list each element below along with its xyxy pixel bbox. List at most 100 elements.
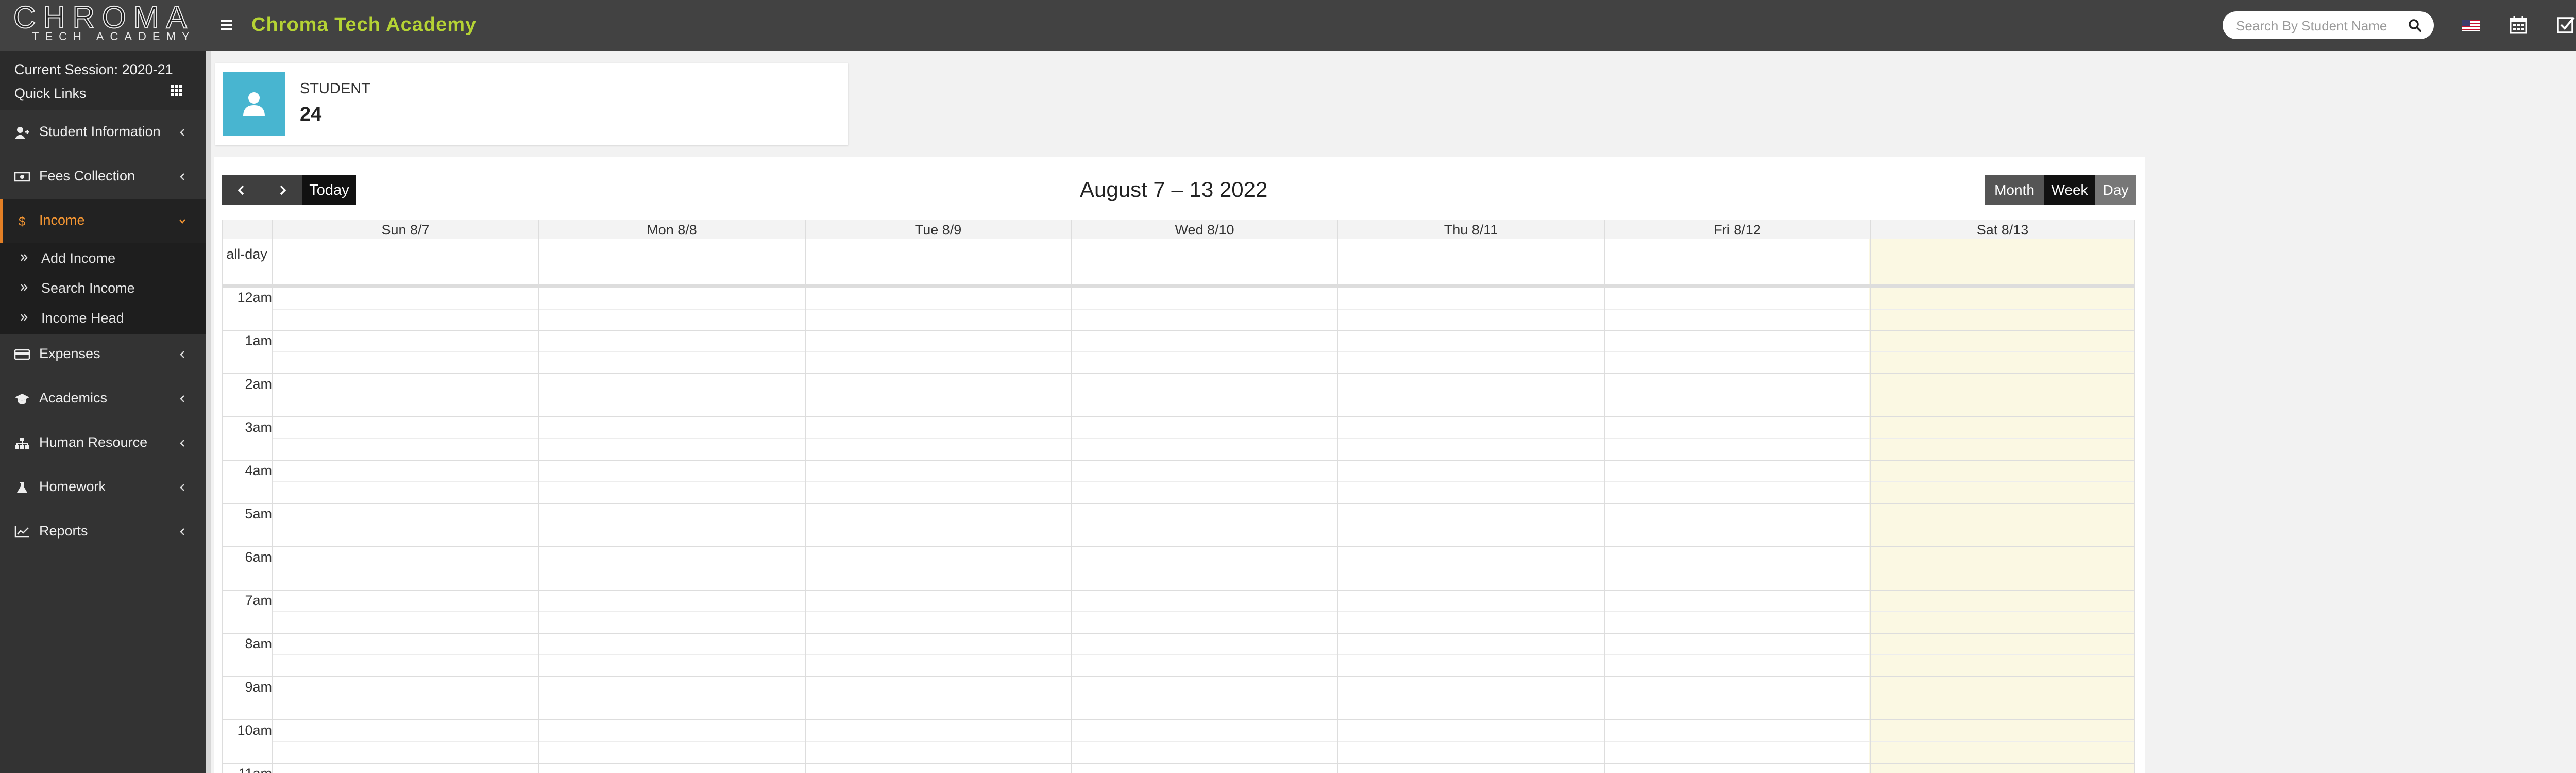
day-header: Sat 8/13 [1870,220,2135,239]
sidebar-item-homework[interactable]: Homework [0,465,206,510]
next-week-button[interactable] [262,175,302,205]
sitemap-icon [15,438,29,449]
column-line [1337,220,1338,773]
student-card-icon-box [223,72,285,136]
week-grid: Sun 8/7 Mon 8/8 Tue 8/9 Wed 8/10 Thu 8/1… [222,220,2135,773]
app-title: Chroma Tech Academy [251,14,477,36]
hour-line [222,546,2135,547]
submenu-item-search-income[interactable]: Search Income [0,273,206,303]
today-label: Today [309,182,349,198]
hour-line [222,373,2135,374]
sidebar-item-label: Academics [39,390,108,406]
sidebar-item-human-resource[interactable]: Human Resource [0,421,206,465]
time-label: 3am [245,419,272,435]
calendar-title: August 7 – 13 2022 [1080,177,1268,201]
current-session: Current Session: 2020-21 [14,62,173,77]
submenu-item-income-head[interactable]: Income Head [0,303,206,333]
sidebar-item-expenses[interactable]: Expenses [0,332,206,377]
sidebar-item-fees-collection[interactable]: Fees Collection [0,155,206,199]
quick-links[interactable]: Quick Links [14,85,87,102]
time-label: 2am [245,376,272,392]
flask-icon [17,482,27,493]
time-label: 5am [245,506,272,522]
hour-line [222,503,2135,504]
logo-subtext: TECH ACADEMY [32,30,196,43]
hour-line [222,590,2135,591]
hour-line [222,460,2135,461]
money-bill-icon [14,172,30,182]
sidebar-divider [206,51,211,773]
day-view-button[interactable]: Day [2095,175,2136,205]
submenu-item-label: Search Income [41,280,135,296]
column-line [1870,220,1871,773]
svg-text:$: $ [19,215,25,228]
search-icon[interactable] [2408,19,2421,32]
dollar-icon: $ [19,215,25,228]
today-button[interactable]: Today [302,175,356,205]
hour-line [222,330,2135,331]
chevron-left-icon [180,395,184,402]
sidebar-item-reports[interactable]: Reports [0,510,206,554]
chevron-down-icon [179,219,185,224]
month-view-button[interactable]: Month [1985,175,2044,205]
calendar-icon[interactable] [2508,14,2529,35]
chevron-left-icon [180,129,184,136]
grid-icon[interactable] [170,85,182,97]
half-hour-line [272,309,2135,310]
chevron-right-icon [280,185,286,195]
column-line [2134,220,2135,773]
double-chevron-right-icon [21,314,28,321]
sidebar-item-income[interactable]: $ Income [0,199,206,243]
hour-line [222,416,2135,417]
submenu-item-label: Income Head [41,310,124,326]
time-label: 12am [237,290,272,305]
half-hour-line [272,611,2135,612]
day-header: Wed 8/10 [1071,220,1338,239]
prev-week-button[interactable] [222,175,262,205]
credit-card-icon [14,349,30,360]
sidebar-item-academics[interactable]: Academics [0,377,206,421]
chevron-left-icon [238,185,244,195]
time-label: 1am [245,333,272,348]
hamburger-menu-icon[interactable] [221,20,232,30]
today-column-highlight [1869,239,2135,773]
view-label: Day [2103,182,2129,198]
view-label: Month [1994,182,2035,198]
sidebar-item-label: Homework [39,479,106,494]
chevron-left-icon [180,440,184,447]
submenu-item-label: Add Income [41,250,116,266]
allday-label: all-day [226,246,267,262]
logo[interactable]: CHROMA TECH ACADEMY [0,0,206,51]
time-label: 7am [245,593,272,608]
column-line [805,220,806,773]
half-hour-line [272,741,2135,742]
user-icon [243,92,265,116]
hour-line [222,633,2135,634]
day-header: Sun 8/7 [272,220,539,239]
chevron-left-icon [180,484,184,491]
half-hour-line [272,481,2135,482]
column-line [1604,220,1605,773]
flag-us-icon[interactable] [2461,14,2481,35]
allday-divider [222,284,2135,288]
time-label: 11am [222,765,272,773]
day-header: Thu 8/11 [1337,220,1604,239]
time-label: 10am [237,722,272,738]
sidebar-item-label: Income [39,212,85,228]
week-view-button[interactable]: Week [2044,175,2095,205]
checklist-icon[interactable] [2555,14,2576,35]
chevron-left-icon [180,173,184,180]
chevron-left-icon [180,351,184,358]
student-count-card[interactable]: STUDENT 24 [215,63,848,145]
day-header: Tue 8/9 [805,220,1072,239]
time-label: 8am [245,636,272,651]
column-line [222,220,223,773]
stat-label: STUDENT [300,80,370,97]
sidebar-item-label: Student Information [39,124,161,139]
view-label: Week [2051,182,2088,198]
submenu-item-add-income[interactable]: Add Income [0,243,206,273]
double-chevron-right-icon [21,284,28,291]
sidebar-item-student-information[interactable]: Student Information [0,110,206,155]
search-input[interactable] [2235,16,2402,35]
sidebar-item-label: Fees Collection [39,168,135,183]
